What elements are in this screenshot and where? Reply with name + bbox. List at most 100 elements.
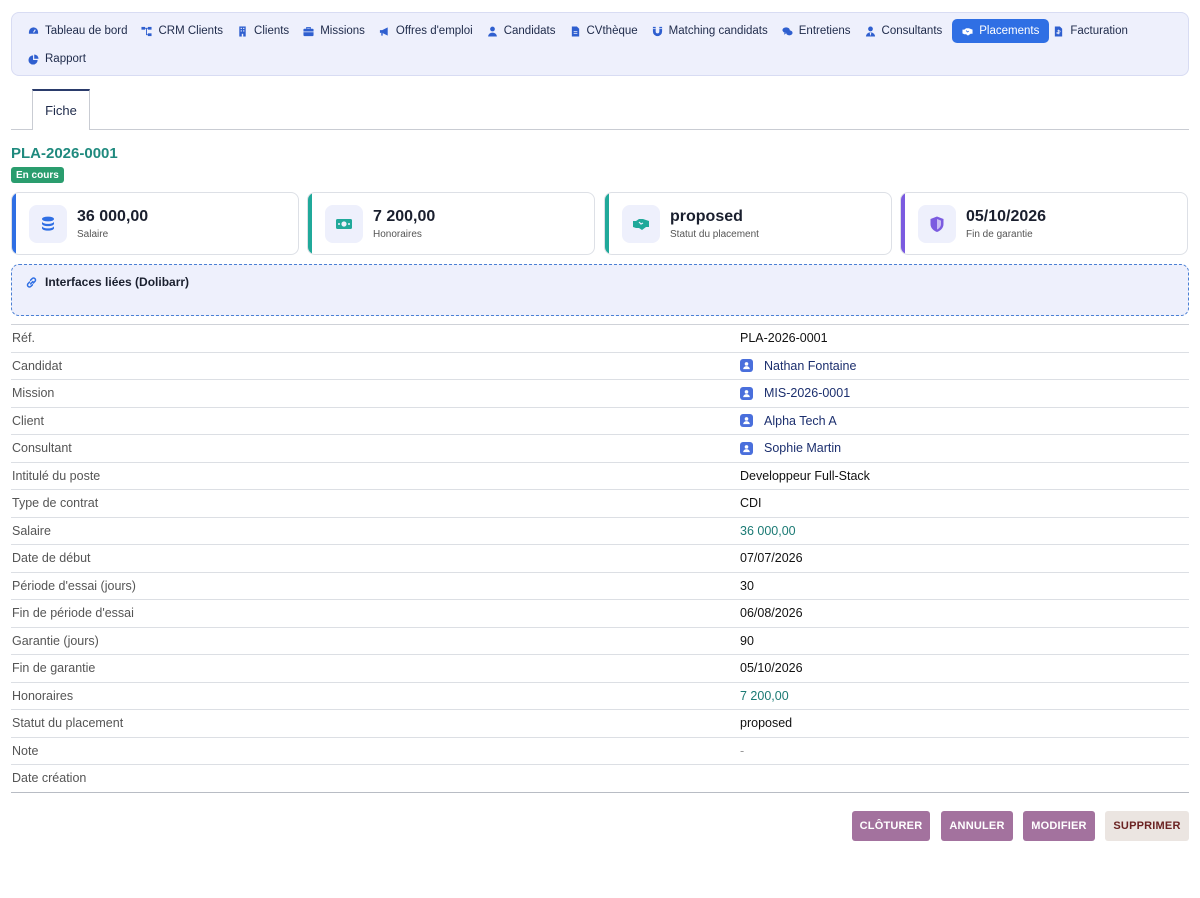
kpi-label: Statut du placement xyxy=(670,229,759,240)
nav-item-label: Facturation xyxy=(1070,25,1128,37)
nav-item-label: Consultants xyxy=(881,25,943,37)
detail-link-text: Sophie Martin xyxy=(764,441,842,456)
delete-button[interactable]: SUPPRIMER xyxy=(1105,811,1189,841)
detail-label: Client xyxy=(12,413,44,428)
detail-row: Salaire 36 000,00 xyxy=(11,518,1189,545)
detail-value: 07/07/2026 xyxy=(740,551,803,566)
nav-item-label: Candidats xyxy=(503,25,556,37)
nav-item-label: Tableau de bord xyxy=(45,25,128,37)
cancel-button[interactable]: ANNULER xyxy=(941,811,1013,841)
main-nav: Tableau de bord CRM Clients Clients Mission… xyxy=(11,12,1189,76)
nav-item-candidats[interactable]: Candidats xyxy=(483,19,566,43)
kpi-accent-bar xyxy=(308,193,312,254)
nav-item-consultants[interactable]: Consultants xyxy=(861,19,953,43)
detail-link[interactable]: Nathan Fontaine xyxy=(740,359,856,373)
nav-item-label: Offres d'emploi xyxy=(395,25,473,37)
detail-label: Salaire xyxy=(12,523,51,538)
nav-item-offres-d-emploi[interactable]: Offres d'emploi xyxy=(375,19,483,43)
coins-icon xyxy=(29,205,67,243)
kpi-card-guarantee: 05/10/2026 Fin de garantie xyxy=(900,192,1188,255)
nav-row: Rapport xyxy=(24,47,1178,71)
detail-value: 30 xyxy=(740,578,754,593)
nav-item-label: Entretiens xyxy=(798,25,851,37)
detail-row: Consultant Sophie Martin xyxy=(11,435,1189,463)
shield-icon xyxy=(918,205,956,243)
detail-label: Date création xyxy=(12,771,87,786)
nav-item-matching-candidats[interactable]: Matching candidats xyxy=(648,19,778,43)
detail-label: Honoraires xyxy=(12,688,74,703)
nav-item-label: CVthèque xyxy=(586,25,638,37)
kpi-accent-bar xyxy=(12,193,16,254)
detail-label: Mission xyxy=(12,386,55,401)
nav-item-label: Matching candidats xyxy=(668,25,768,37)
sitemap-icon xyxy=(141,26,158,37)
detail-label: Date de début xyxy=(12,551,91,566)
tab-fiche[interactable]: Fiche xyxy=(32,89,90,130)
detail-link[interactable]: MIS-2026-0001 xyxy=(740,386,850,400)
nav-item-rapport[interactable]: Rapport xyxy=(24,47,96,71)
user-badge-icon xyxy=(740,414,753,428)
kpi-value: 36 000,00 xyxy=(77,208,149,225)
detail-label: Période d'essai (jours) xyxy=(12,578,136,593)
detail-value: - xyxy=(740,743,745,758)
nav-item-tableau-de-bord[interactable]: Tableau de bord xyxy=(24,19,137,43)
kpi-label: Salaire xyxy=(77,229,109,240)
invoice-icon xyxy=(1053,25,1070,37)
banknote-icon xyxy=(325,205,363,243)
kpi-value: proposed xyxy=(670,208,743,225)
user-badge-icon xyxy=(740,386,753,400)
nav-item-label: CRM Clients xyxy=(158,25,224,37)
details-table: Réf. PLA-2026-0001 Candidat Nathan Fontaine… xyxy=(11,324,1189,793)
nav-item-facturation[interactable]: Facturation xyxy=(1049,19,1138,43)
close-button[interactable]: CLÔTURER xyxy=(852,811,930,841)
user-badge-icon xyxy=(740,441,753,455)
detail-row: Fin de garantie 05/10/2026 xyxy=(11,655,1189,683)
kpi-card-fees: 7 200,00 Honoraires xyxy=(307,192,595,255)
status-badge: En cours xyxy=(11,167,64,183)
pie-chart-icon xyxy=(28,53,45,65)
kpi-label: Honoraires xyxy=(373,229,422,240)
detail-row: Période d'essai (jours) 30 xyxy=(11,573,1189,600)
nav-item-missions[interactable]: Missions xyxy=(299,19,375,43)
kpi-accent-bar xyxy=(605,193,609,254)
detail-value: 05/10/2026 xyxy=(740,661,803,676)
detail-value: proposed xyxy=(740,716,793,731)
detail-label: Réf. xyxy=(12,331,35,346)
handshake-icon xyxy=(622,205,660,243)
detail-label: Type de contrat xyxy=(12,496,99,511)
nav-row: Tableau de bord CRM Clients Clients Mission… xyxy=(24,19,1178,43)
detail-value: 36 000,00 xyxy=(740,523,796,538)
nav-item-cvthèque[interactable]: CVthèque xyxy=(566,19,648,43)
detail-label: Note xyxy=(12,743,39,758)
comments-icon xyxy=(782,26,799,37)
detail-label: Fin de garantie xyxy=(12,661,96,676)
detail-row: Candidat Nathan Fontaine xyxy=(11,353,1189,380)
detail-value: 90 xyxy=(740,633,754,648)
link-icon xyxy=(26,277,37,288)
linked-interfaces-panel: Interfaces liées (Dolibarr) xyxy=(11,264,1189,316)
kpi-label: Fin de garantie xyxy=(966,229,1033,240)
detail-row: Mission MIS-2026-0001 xyxy=(11,380,1189,408)
detail-link[interactable]: Sophie Martin xyxy=(740,441,841,455)
detail-link-text: MIS-2026-0001 xyxy=(764,386,851,401)
detail-row: Statut du placement proposed xyxy=(11,710,1189,738)
file-icon xyxy=(570,25,587,37)
nav-item-label: Placements xyxy=(979,25,1040,37)
edit-button[interactable]: MODIFIER xyxy=(1023,811,1095,841)
detail-link[interactable]: Alpha Tech A xyxy=(740,414,837,428)
detail-value: CDI xyxy=(740,496,762,511)
nav-item-clients[interactable]: Clients xyxy=(233,19,299,43)
nav-item-crm-clients[interactable]: CRM Clients xyxy=(137,19,233,43)
nav-item-placements[interactable]: Placements xyxy=(952,19,1050,43)
nav-item-entretiens[interactable]: Entretiens xyxy=(778,19,861,43)
detail-row: Intitulé du poste Developpeur Full-Stack xyxy=(11,463,1189,490)
building-icon xyxy=(237,25,254,37)
detail-label: Candidat xyxy=(12,358,63,373)
user-tie-icon xyxy=(865,26,882,37)
megaphone-icon xyxy=(379,26,396,37)
tab-bar: Fiche xyxy=(11,89,1189,130)
kpi-value: 05/10/2026 xyxy=(966,208,1047,225)
handshake-icon xyxy=(962,26,979,37)
user-badge-icon xyxy=(740,359,753,373)
record-title: PLA-2026-0001 xyxy=(11,145,118,162)
